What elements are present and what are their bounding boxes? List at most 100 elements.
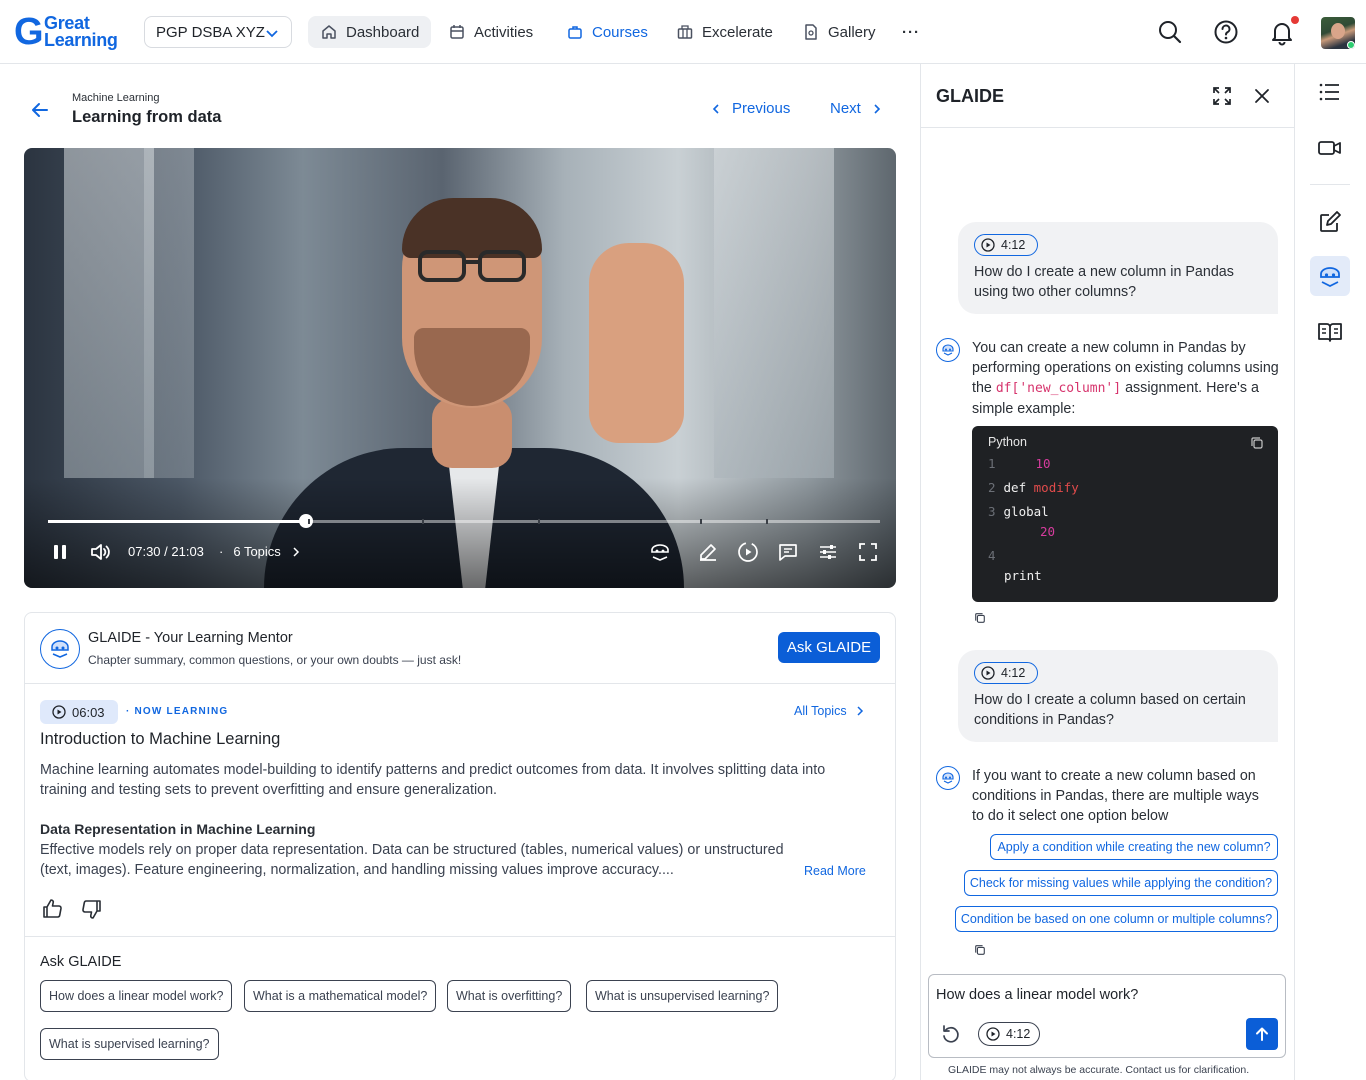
nav-courses[interactable]: Courses [554,16,660,48]
great-learning-logo[interactable]: G Great Learning [14,12,124,52]
user-message-text: How do I create a new column in Pandas u… [974,264,1234,300]
edit-note-icon[interactable] [696,540,720,564]
notification-badge [1291,16,1299,24]
message-timestamp: 4:12 [1001,238,1026,252]
video-topics-button[interactable]: · 6 Topics [219,544,301,559]
disclaimer-text: GLAIDE may not always be accurate. Conta… [948,1064,1250,1076]
option-button[interactable]: Apply a condition while creating the new… [990,834,1278,860]
code-line: 4 [988,548,996,563]
nav-dashboard[interactable]: Dashboard [308,16,432,48]
next-label: Next [830,100,861,117]
code-line: print [1004,568,1042,583]
code-line: 20 [1040,524,1056,539]
nav-excelerate[interactable]: Excelerate [664,16,785,48]
chapter-marker [700,519,702,524]
input-timestamp: 4:12 [1006,1027,1031,1041]
topic-title: Introduction to Machine Learning [40,730,281,748]
copy-icon[interactable] [1250,436,1264,450]
logo-g-mark: G [14,11,44,53]
copy-icon[interactable] [974,944,986,956]
back-arrow-icon[interactable] [28,98,52,122]
user-message: 4:12 How do I create a column based on c… [958,650,1278,742]
topic-timestamp-chip[interactable]: 06:03 [40,700,118,724]
input-timestamp-chip[interactable]: 4:12 [978,1022,1040,1046]
nav-activities[interactable]: Activities [436,16,545,48]
code-block: Python 1 10 2 def modify 3 global 20 4 prin… [972,426,1278,602]
home-icon [322,25,336,39]
play-circle-icon [52,705,66,719]
settings-sliders-icon[interactable] [816,540,840,564]
chevron-right-icon [293,546,299,557]
list-icon[interactable] [1316,78,1344,106]
message-timestamp-chip[interactable]: 4:12 [974,234,1038,256]
read-more-link[interactable]: Read More [804,864,866,878]
expand-icon[interactable] [1210,84,1234,108]
suggested-question-chip[interactable]: What is supervised learning? [40,1028,219,1060]
now-learning-badge: · NOW LEARNING [126,706,229,717]
play-circle-icon [986,1027,1000,1041]
chat-input-text[interactable]: How does a linear model work? [936,987,1138,1003]
code-language: Python [988,435,1027,449]
reset-icon[interactable] [940,1023,962,1045]
nav-gallery-label: Gallery [828,23,876,41]
bot-message-text: You can create a new column in Pandas by… [972,340,1279,417]
chapter-marker [422,519,424,524]
mentor-subtitle: Chapter summary, common questions, or yo… [88,653,462,667]
book-open-icon[interactable] [1316,318,1344,346]
chapter-marker [766,519,768,524]
notes-edit-icon[interactable] [1316,208,1344,236]
next-button[interactable]: Next [830,100,883,117]
message-timestamp-chip[interactable]: 4:12 [974,662,1038,684]
search-icon[interactable] [1156,18,1184,46]
fullscreen-icon[interactable] [856,540,880,564]
volume-icon[interactable] [88,540,112,564]
option-button[interactable]: Check for missing values while applying … [964,870,1278,896]
divider [1310,184,1350,185]
nav-gallery[interactable]: Gallery [790,16,888,48]
video-topics-label: 6 Topics [233,544,281,559]
glaide-bot-icon[interactable] [1316,262,1344,290]
glaide-bot-avatar-icon [936,766,960,790]
send-button[interactable] [1246,1018,1278,1050]
suggested-question-chip[interactable]: What is a mathematical model? [244,980,437,1012]
program-selector[interactable]: PGP DSBA XYZ [144,16,292,48]
suggested-question-chip[interactable]: What is unsupervised learning? [586,980,779,1012]
code-line: 1 10 [988,456,1051,471]
chapter-marker [308,519,310,524]
nav-courses-label: Courses [592,23,648,41]
topic-timestamp: 06:03 [72,704,105,720]
briefcase-icon [568,26,582,39]
glaide-bot-icon[interactable] [648,540,672,564]
copy-icon[interactable] [974,612,986,624]
breadcrumb-section[interactable]: Machine Learning [72,92,159,104]
code-line: 2 def modify [988,480,1079,495]
previous-button[interactable]: Previous [710,100,790,117]
document-icon [805,24,817,40]
glaide-bot-avatar-icon [936,338,960,362]
playback-icon[interactable] [736,540,760,564]
play-circle-icon [981,238,995,252]
captions-icon[interactable] [776,540,800,564]
suggested-question-chip[interactable]: How does a linear model work? [40,980,233,1012]
ask-glaide-button[interactable]: Ask GLAIDE [778,632,880,663]
nav-activities-label: Activities [474,23,534,41]
pause-icon[interactable] [48,540,72,564]
arrow-up-icon [1256,1027,1268,1041]
nav-more-button[interactable]: ··· [890,16,932,48]
video-camera-icon[interactable] [1316,134,1344,162]
thumbs-down-icon[interactable] [80,897,104,921]
close-icon[interactable] [1251,85,1273,107]
suggested-question-chip[interactable]: What is overfitting? [447,980,572,1012]
ask-glaide-section-label: Ask GLAIDE [40,954,122,970]
video-scrubber-handle[interactable] [299,514,313,528]
thumbs-up-icon[interactable] [40,897,64,921]
option-button[interactable]: Condition be based on one column or mult… [955,906,1278,932]
video-time: 07:30 / 21:03 [128,544,204,559]
divider [25,683,895,684]
help-icon[interactable] [1212,18,1240,46]
bot-message-text: If you want to create a new column based… [972,768,1259,824]
message-timestamp: 4:12 [1001,666,1026,680]
all-topics-link[interactable]: All Topics [794,704,865,718]
play-circle-icon [981,666,995,680]
divider [25,936,895,937]
